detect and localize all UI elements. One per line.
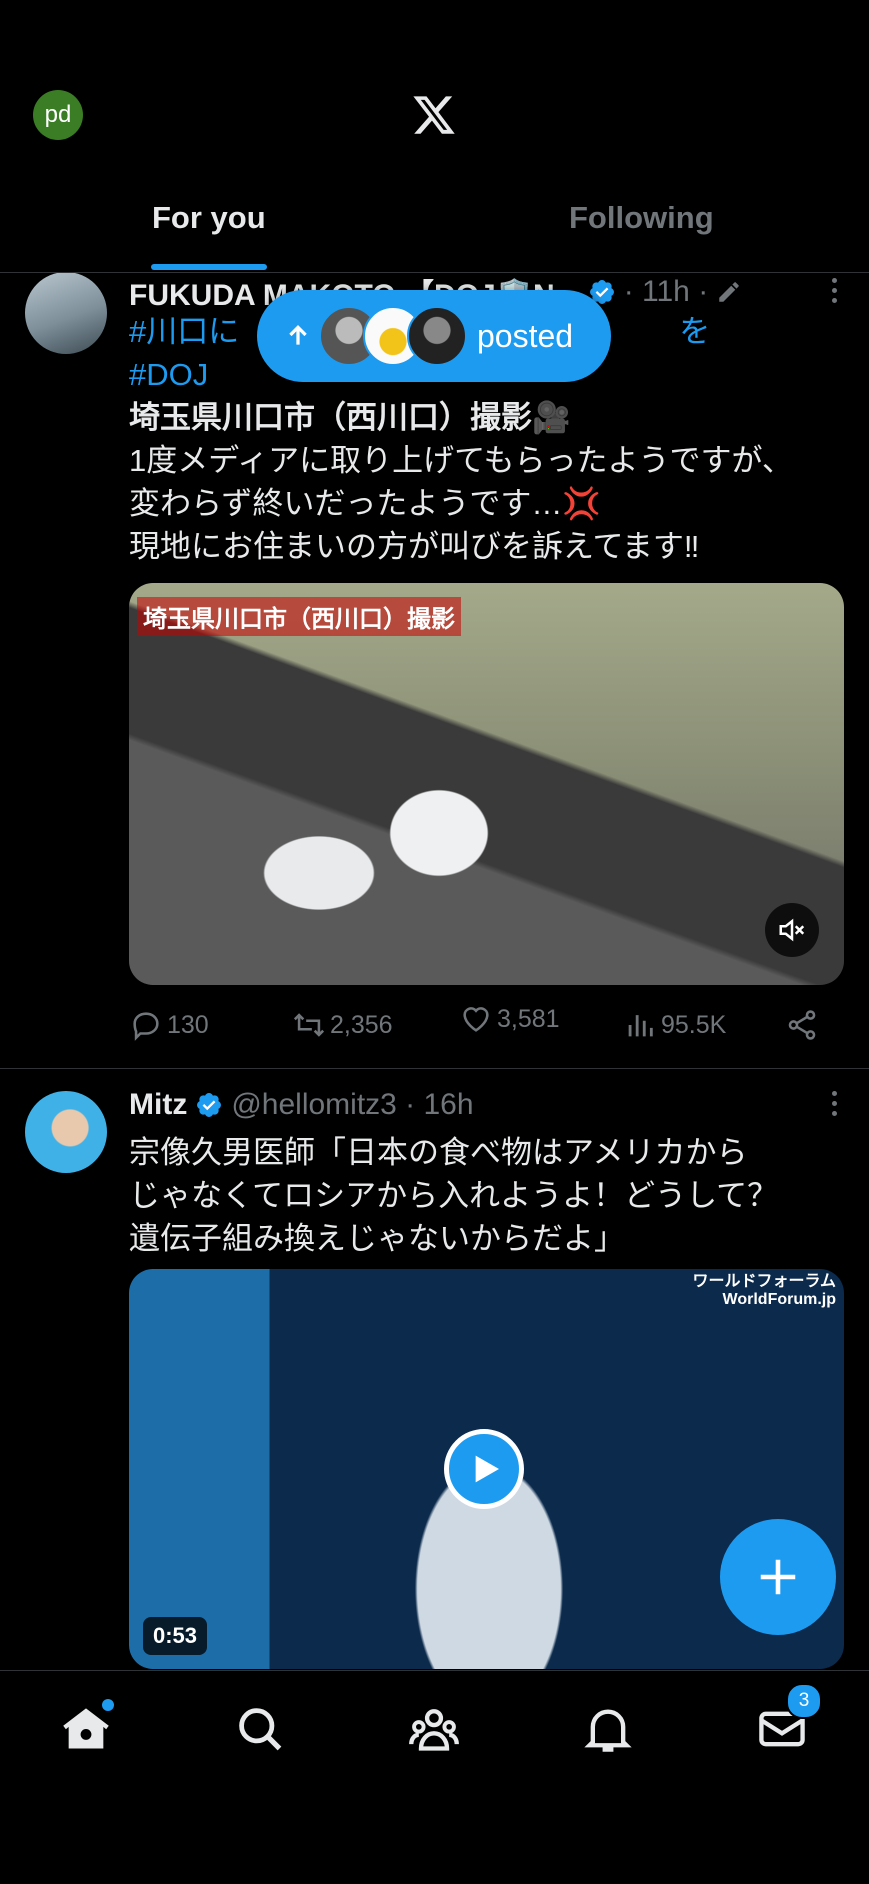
pill-label: posted xyxy=(477,317,574,354)
hashtag-link[interactable]: #川口に xyxy=(129,314,239,349)
unread-dot xyxy=(102,1699,114,1711)
arrow-up-icon xyxy=(289,325,307,345)
play-button[interactable] xyxy=(444,1429,524,1509)
repost-button[interactable]: 2,356 xyxy=(292,1008,393,1042)
hashtag-link-end[interactable]: を xyxy=(679,314,710,349)
video-caption: 埼玉県川口市（西川口）撮影 xyxy=(137,597,461,636)
post-actions: 130 2,356 3,581 95.5K xyxy=(129,1005,829,1058)
post-text-line: 1度メディアに取り上げてもらったようですが、 xyxy=(129,443,793,478)
mute-button[interactable] xyxy=(765,903,819,957)
post-meta: · 11h · xyxy=(623,275,709,308)
verified-badge-icon xyxy=(197,1093,222,1117)
post-video[interactable]: 埼玉県川口市（西川口）撮影 xyxy=(129,583,844,985)
post-text-line: 遺伝子組み換えじゃないからだよ」 xyxy=(129,1221,625,1256)
share-button[interactable] xyxy=(785,1008,823,1042)
post-header: Mitz @hellomitz3 · 16h xyxy=(129,1085,849,1125)
nav-communities[interactable] xyxy=(408,1703,460,1755)
views-button[interactable]: 95.5K xyxy=(623,1008,726,1042)
post-text-line: 埼玉県川口市（西川口）撮影🎥 xyxy=(129,400,571,435)
nav-notifications[interactable] xyxy=(582,1703,634,1755)
reply-button[interactable]: 130 xyxy=(129,1008,209,1042)
watermark-line: WorldForum.jp xyxy=(722,1291,836,1308)
reply-icon xyxy=(133,1012,159,1041)
tab-following[interactable]: Following xyxy=(569,200,714,236)
nav-home[interactable] xyxy=(60,1699,114,1755)
share-icon xyxy=(788,1010,816,1040)
post-meta: @hellomitz3 · 16h xyxy=(231,1088,474,1121)
video-watermark: ワールドフォーラム WorldForum.jp xyxy=(692,1273,836,1309)
post-text-line: 宗像久男医師「日本の食べ物はアメリカから xyxy=(129,1135,748,1170)
post-text-line: 変わらず終いだったようです…💢 xyxy=(129,486,601,521)
repost-count: 2,356 xyxy=(330,1010,393,1039)
views-chart-icon xyxy=(628,1015,653,1037)
play-icon xyxy=(475,1455,499,1483)
repost-icon xyxy=(293,1013,325,1037)
x-logo-icon xyxy=(413,96,455,134)
compose-post-button[interactable] xyxy=(720,1519,836,1635)
post-text-line: じゃなくてロシアから入れようよ！どうして？ xyxy=(129,1178,779,1213)
profile-avatar-button[interactable]: pd xyxy=(33,90,83,140)
author-name[interactable]: Mitz xyxy=(129,1088,187,1122)
like-count: 3,581 xyxy=(497,1004,560,1033)
top-header: pd For you Following xyxy=(0,0,869,273)
like-button[interactable]: 3,581 xyxy=(459,1002,560,1036)
post-more-button[interactable] xyxy=(831,278,839,308)
post-more-button[interactable] xyxy=(831,1091,839,1121)
plus-icon xyxy=(760,1559,796,1595)
views-count: 95.5K xyxy=(661,1010,727,1039)
nav-search[interactable] xyxy=(234,1703,286,1755)
bell-icon xyxy=(584,1709,632,1752)
pill-avatars xyxy=(319,306,469,366)
nav-messages[interactable]: 3 xyxy=(756,1683,822,1755)
communities-icon xyxy=(409,1709,459,1751)
home-icon xyxy=(63,1708,109,1749)
speaker-muted-icon xyxy=(779,918,805,942)
messages-badge: 3 xyxy=(786,1683,822,1719)
reply-count: 130 xyxy=(167,1010,209,1039)
edited-pencil-icon xyxy=(719,282,739,302)
new-posts-pill[interactable]: posted xyxy=(257,290,611,382)
watermark-line: ワールドフォーラム xyxy=(692,1273,836,1290)
post-text: 宗像久男医師「日本の食べ物はアメリカから じゃなくてロシアから入れようよ！どうし… xyxy=(129,1131,849,1260)
author-avatar[interactable] xyxy=(25,272,107,354)
search-icon xyxy=(239,1708,282,1751)
tab-for-you[interactable]: For you xyxy=(152,200,266,236)
active-tab-indicator xyxy=(151,264,267,270)
post[interactable]: FUKUDA MAKOTO 【DOJ🛡️N... · 11h · #川口にを #… xyxy=(0,272,869,1069)
heart-icon xyxy=(463,1007,489,1032)
post-text-line: 現地にお住まいの方が叫びを訴えてます‼ xyxy=(129,529,700,564)
author-avatar[interactable] xyxy=(25,1091,107,1173)
avatar xyxy=(407,306,467,366)
bottom-nav: 3 xyxy=(0,1670,869,1884)
video-duration: 0:53 xyxy=(143,1617,208,1655)
